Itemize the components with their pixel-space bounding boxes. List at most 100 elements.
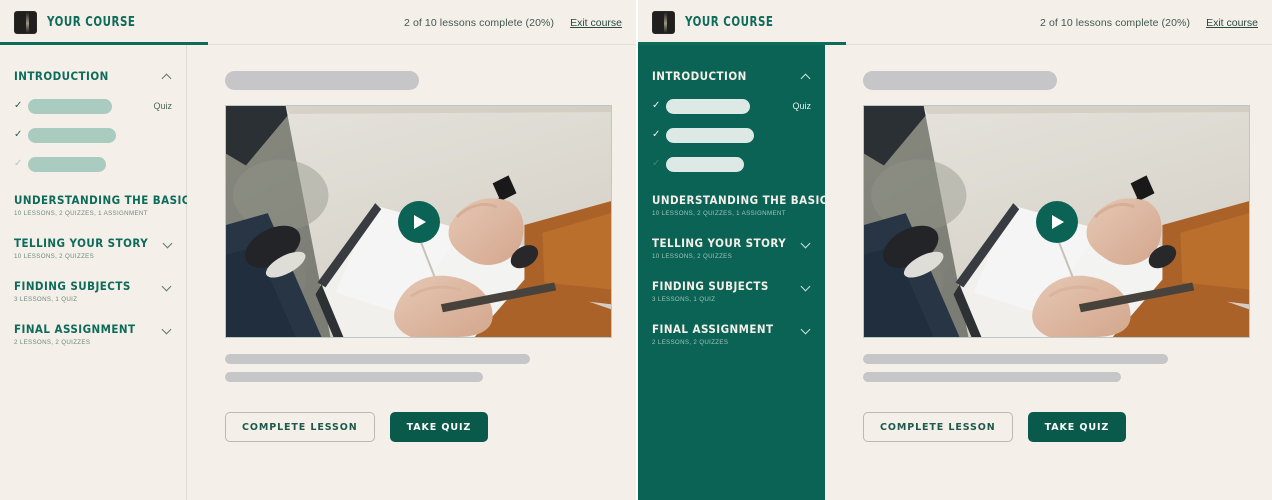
brand[interactable]: YOUR COURSE xyxy=(14,11,148,34)
complete-lesson-button[interactable]: COMPLETE LESSON xyxy=(225,412,375,442)
chevron-down-icon[interactable] xyxy=(162,281,172,291)
panel-light-variant: YOUR COURSE 2 of 10 lessons complete (20… xyxy=(0,0,636,500)
progress-text: 2 of 10 lessons complete (20%) xyxy=(403,16,555,29)
skeleton-line xyxy=(863,372,1121,382)
lesson-video-player[interactable] xyxy=(863,105,1250,338)
exit-course-link[interactable]: Exit course xyxy=(570,17,622,29)
section-subtitle: 10 LESSONS, 2 QUIZZES xyxy=(14,253,95,260)
check-icon: ✓ xyxy=(14,100,23,111)
lesson-quiz-tag: Quiz xyxy=(792,101,811,111)
section-title: FINAL ASSIGNMENT xyxy=(14,322,136,336)
section-header-introduction[interactable]: INTRODUCTION xyxy=(652,69,811,83)
sidebar-section-basics: UNDERSTANDING THE BASICS 10 LESSONS, 2 Q… xyxy=(652,193,835,217)
sidebar-section-final: FINAL ASSIGNMENT 2 LESSONS, 2 QUIZZES xyxy=(652,322,811,346)
section-header-story[interactable]: TELLING YOUR STORY xyxy=(14,236,172,250)
check-icon: ✓ xyxy=(652,100,661,111)
lesson-item[interactable]: ✓ xyxy=(652,153,811,175)
section-subtitle: 10 LESSONS, 2 QUIZZES, 1 ASSIGNMENT xyxy=(14,210,148,217)
progress-text: 2 of 10 lessons complete (20%) xyxy=(1039,16,1191,29)
header-right: 2 of 10 lessons complete (20%) Exit cour… xyxy=(404,17,622,29)
panel-dark-variant: YOUR COURSE 2 of 10 lessons complete (20… xyxy=(636,0,1272,500)
chevron-down-icon[interactable] xyxy=(801,238,811,248)
section-subtitle: 3 LESSONS, 1 QUIZ xyxy=(652,296,716,303)
section-subtitle: 10 LESSONS, 2 QUIZZES xyxy=(652,253,733,260)
check-icon: ✓ xyxy=(652,129,661,140)
section-title: TELLING YOUR STORY xyxy=(652,236,787,250)
brand-name: YOUR COURSE xyxy=(47,15,136,30)
section-title: FINDING SUBJECTS xyxy=(652,279,769,293)
section-title: FINDING SUBJECTS xyxy=(14,279,131,293)
chevron-up-icon[interactable] xyxy=(162,71,172,81)
course-header: YOUR COURSE 2 of 10 lessons complete (20… xyxy=(638,0,1272,45)
lesson-title-skeleton xyxy=(666,98,750,114)
lesson-title-skeleton xyxy=(666,156,744,172)
section-subtitle: 10 LESSONS, 2 QUIZZES, 1 ASSIGNMENT xyxy=(652,210,786,217)
play-button-icon[interactable] xyxy=(397,200,440,243)
chevron-down-icon[interactable] xyxy=(801,281,811,291)
sidebar-section-basics: UNDERSTANDING THE BASICS 10 LESSONS, 2 Q… xyxy=(14,193,197,217)
section-header-basics[interactable]: UNDERSTANDING THE BASICS xyxy=(14,193,197,207)
section-title: FINAL ASSIGNMENT xyxy=(652,322,774,336)
lesson-text-skeleton xyxy=(863,354,1250,382)
section-header-subjects[interactable]: FINDING SUBJECTS xyxy=(14,279,172,293)
section-header-story[interactable]: TELLING YOUR STORY xyxy=(652,236,811,250)
course-logo-icon xyxy=(652,11,675,34)
lesson-item[interactable]: ✓ Quiz xyxy=(14,95,172,117)
sidebar-section-introduction: INTRODUCTION ✓ Quiz ✓ ✓ xyxy=(14,69,172,175)
lesson-title-skeleton xyxy=(28,127,116,143)
section-header-final[interactable]: FINAL ASSIGNMENT xyxy=(652,322,811,336)
lesson-actions: COMPLETE LESSON TAKE QUIZ xyxy=(863,412,1250,442)
course-outline-sidebar: INTRODUCTION ✓ Quiz ✓ ✓ UNDERSTANDING TH… xyxy=(0,45,197,500)
play-button-icon[interactable] xyxy=(1035,200,1078,243)
sidebar-section-final: FINAL ASSIGNMENT 2 LESSONS, 2 QUIZZES xyxy=(14,322,172,346)
course-logo-icon xyxy=(14,11,37,34)
lesson-list: ✓ Quiz ✓ ✓ xyxy=(652,95,811,175)
lesson-actions: COMPLETE LESSON TAKE QUIZ xyxy=(225,412,612,442)
section-subtitle: 3 LESSONS, 1 QUIZ xyxy=(14,296,78,303)
section-header-final[interactable]: FINAL ASSIGNMENT xyxy=(14,322,172,336)
section-header-subjects[interactable]: FINDING SUBJECTS xyxy=(652,279,811,293)
lesson-item[interactable]: ✓ Quiz xyxy=(652,95,811,117)
skeleton-line xyxy=(863,354,1168,364)
section-title: INTRODUCTION xyxy=(14,69,109,83)
check-icon: ✓ xyxy=(14,129,23,140)
section-subtitle: 2 LESSONS, 2 QUIZZES xyxy=(14,339,91,346)
course-outline-sidebar: INTRODUCTION ✓ Quiz ✓ ✓ UNDERSTANDING TH… xyxy=(638,45,835,500)
lesson-title-skeleton xyxy=(666,127,754,143)
lesson-item[interactable]: ✓ xyxy=(14,124,172,146)
sidebar-section-subjects: FINDING SUBJECTS 3 LESSONS, 1 QUIZ xyxy=(652,279,811,303)
check-icon: ✓ xyxy=(14,158,23,169)
chevron-down-icon[interactable] xyxy=(162,324,172,334)
section-title: UNDERSTANDING THE BASICS xyxy=(652,193,836,207)
lesson-item[interactable]: ✓ xyxy=(14,153,172,175)
lesson-title-skeleton xyxy=(28,98,112,114)
section-header-basics[interactable]: UNDERSTANDING THE BASICS xyxy=(652,193,835,207)
body: INTRODUCTION ✓ Quiz ✓ ✓ UNDERSTANDING TH… xyxy=(0,45,636,500)
lesson-content: COMPLETE LESSON TAKE QUIZ xyxy=(187,45,636,500)
collapsed-sections: UNDERSTANDING THE BASICS 10 LESSONS, 2 Q… xyxy=(14,193,197,346)
lesson-list: ✓ Quiz ✓ ✓ xyxy=(14,95,172,175)
body: INTRODUCTION ✓ Quiz ✓ ✓ UNDERSTANDING TH… xyxy=(638,45,1272,500)
skeleton-line xyxy=(225,372,483,382)
lesson-title-skeleton xyxy=(225,71,419,90)
section-title: TELLING YOUR STORY xyxy=(14,236,149,250)
complete-lesson-button[interactable]: COMPLETE LESSON xyxy=(863,412,1013,442)
course-header: YOUR COURSE 2 of 10 lessons complete (20… xyxy=(0,0,636,45)
take-quiz-button[interactable]: TAKE QUIZ xyxy=(1027,412,1127,442)
skeleton-line xyxy=(225,354,530,364)
chevron-down-icon[interactable] xyxy=(163,238,173,248)
lesson-text-skeleton xyxy=(225,354,612,382)
section-header-introduction[interactable]: INTRODUCTION xyxy=(14,69,172,83)
chevron-down-icon[interactable] xyxy=(801,324,811,334)
brand[interactable]: YOUR COURSE xyxy=(652,11,786,34)
sidebar-section-subjects: FINDING SUBJECTS 3 LESSONS, 1 QUIZ xyxy=(14,279,172,303)
exit-course-link[interactable]: Exit course xyxy=(1206,17,1258,29)
comparison-stage: YOUR COURSE 2 of 10 lessons complete (20… xyxy=(0,0,1272,500)
lesson-item[interactable]: ✓ xyxy=(652,124,811,146)
collapsed-sections: UNDERSTANDING THE BASICS 10 LESSONS, 2 Q… xyxy=(652,193,835,346)
take-quiz-button[interactable]: TAKE QUIZ xyxy=(389,412,489,442)
header-right: 2 of 10 lessons complete (20%) Exit cour… xyxy=(1040,17,1258,29)
lesson-video-player[interactable] xyxy=(225,105,612,338)
sidebar-section-introduction: INTRODUCTION ✓ Quiz ✓ ✓ xyxy=(652,69,811,175)
chevron-up-icon[interactable] xyxy=(801,71,811,81)
